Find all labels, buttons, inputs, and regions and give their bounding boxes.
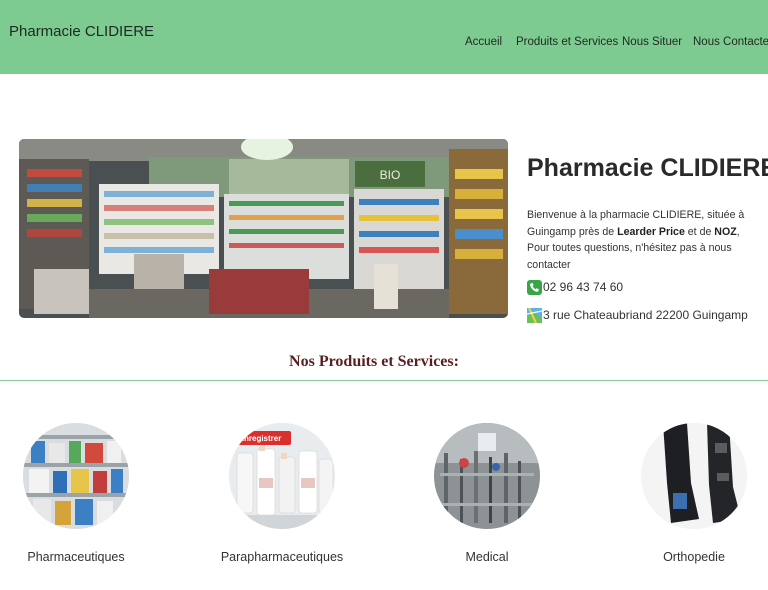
nav-item-nous-contacter[interactable]: Nous Contacter — [693, 36, 768, 48]
product-card-orthopedie[interactable]: Orthopedie — [629, 423, 759, 564]
store-name-noz: NOZ — [714, 225, 737, 238]
product-card-parapharmaceutiques[interactable]: Enregistrer Parapharmaceutiques — [217, 423, 347, 564]
store-name-learder-price: Learder Price — [617, 225, 685, 238]
product-label-pharmaceutiques[interactable]: Pharmaceutiques — [11, 550, 141, 564]
product-label-parapharmaceutiques[interactable]: Parapharmaceutiques — [217, 550, 347, 564]
top-navbar: Pharmacie CLIDIERE Accueil Produits et S… — [0, 0, 768, 74]
phone-icon — [527, 279, 542, 295]
product-label-orthopedie[interactable]: Orthopedie — [629, 550, 759, 564]
address-row[interactable]: 3 rue Chateaubriand 22200 Guingamp — [526, 306, 748, 324]
svg-text:BIO: BIO — [380, 168, 401, 182]
medical-equipment-photo — [434, 423, 540, 529]
nav-item-accueil[interactable]: Accueil — [465, 36, 502, 48]
address-text[interactable]: 3 rue Chateaubriand 22200 Guingamp — [543, 308, 748, 322]
products-section-title: Nos Produits et Services: — [289, 353, 459, 370]
pharmacy-interior-photo: BIO — [19, 139, 508, 318]
product-card-pharmaceutiques[interactable]: Pharmaceutiques — [11, 423, 141, 564]
phone-number[interactable]: 02 96 43 74 60 — [543, 280, 623, 294]
svg-text:Enregistrer: Enregistrer — [239, 434, 282, 443]
section-divider — [0, 380, 768, 381]
map-icon — [526, 307, 543, 323]
product-card-medical[interactable]: Medical — [422, 423, 552, 564]
nav-item-nous-situer[interactable]: Nous Situer — [622, 36, 682, 48]
skincare-bottles-photo: Enregistrer — [229, 423, 335, 529]
nav-item-produits-services[interactable]: Produits et Services — [516, 36, 618, 48]
medicine-shelf-photo — [23, 423, 129, 529]
hero-title: Pharmacie CLIDIERE — [527, 154, 768, 182]
phone-row[interactable]: 02 96 43 74 60 — [527, 278, 623, 296]
product-label-medical[interactable]: Medical — [422, 550, 552, 564]
hero-intro-text: Bienvenue à la pharmacie CLIDIERE, situé… — [527, 209, 745, 271]
nav-menu: Accueil Produits et Services Nous Situer… — [0, 36, 768, 52]
orthopedic-brace-photo — [641, 423, 747, 529]
